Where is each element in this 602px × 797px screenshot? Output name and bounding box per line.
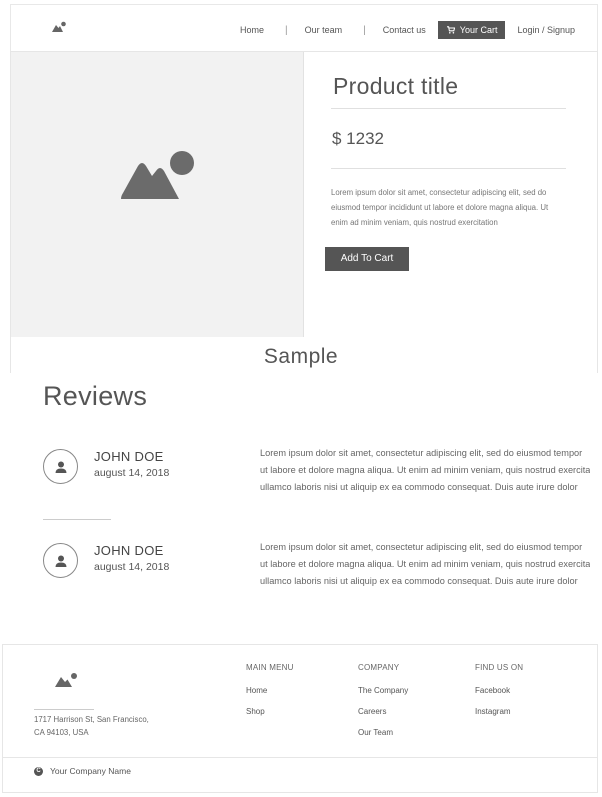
copyright: C Your Company Name [34,766,131,776]
address-line: 1717 Harrison St, San Francisco, [34,715,149,724]
product-description: Lorem ipsum dolor sit amet, consectetur … [331,188,549,227]
divider [331,108,566,109]
company-address: 1717 Harrison St, San Francisco, CA 9410… [34,714,174,739]
reviewer-name: JOHN DOE [94,543,164,558]
site-footer: 1717 Harrison St, San Francisco, CA 9410… [2,644,598,793]
nav-home[interactable]: Home [240,25,264,35]
site-header: Home | Our team | Contact us Your Cart L… [10,4,598,51]
review-text-line: Lorem ipsum dolor sit amet, consectetur … [260,448,583,458]
sample-label: Sample [263,345,339,368]
reviews-title: Reviews [43,381,148,411]
copyright-text: Your Company Name [50,766,131,776]
review-date: august 14, 2018 [94,561,170,573]
footer-column-company: COMPANY The Company Careers Our Team [358,663,408,749]
add-to-cart-button[interactable]: Add To Cart [325,247,409,271]
copyright-icon: C [34,766,43,776]
footer-divider [3,757,597,758]
review-text-line: ut labore et dolore magna aliqua. Ut eni… [260,559,590,569]
footer-link-shop[interactable]: Shop [246,707,294,716]
cart-label: Your Cart [459,25,498,35]
review-text: Lorem ipsum dolor sit amet, consectetur … [260,539,590,590]
user-icon [55,461,66,473]
footer-column-find-us-on: FIND US ON Facebook Instagram [475,663,523,728]
footer-heading: FIND US ON [475,663,524,672]
footer-link-the-company[interactable]: The Company [358,686,408,695]
footer-link-our-team[interactable]: Our Team [358,728,408,737]
footer-heading: COMPANY [358,663,400,672]
divider [34,709,94,710]
review-date: august 14, 2018 [94,467,170,479]
footer-link-careers[interactable]: Careers [358,707,408,716]
review-text: Lorem ipsum dolor sit amet, consectetur … [260,445,590,496]
product-title: Product title [333,73,459,99]
footer-link-facebook[interactable]: Facebook [475,686,523,695]
nav-contact-us[interactable]: Contact us [383,25,426,35]
product-section: Product title $ 1232 Lorem ipsum dolor s… [10,51,598,338]
image-placeholder-icon [121,151,194,199]
review-text-line: Lorem ipsum dolor sit amet, consectetur … [260,542,583,552]
nav-our-team[interactable]: Our team [305,25,343,35]
review-item: JOHN DOE august 14, 2018 Lorem ipsum dol… [10,542,590,603]
review-text-line: ullamco laboris nisi ut aliquip ex ea co… [260,482,578,492]
review-divider [43,519,111,520]
logo-icon[interactable] [51,21,67,33]
logo-icon[interactable] [55,672,79,688]
nav-separator: | [285,24,288,36]
avatar [43,543,78,578]
cart-icon [446,26,455,34]
address-line: CA 94103, USA [34,727,89,737]
nav-separator: | [363,24,366,36]
footer-heading: MAIN MENU [246,663,294,672]
reviews-section: Reviews JOHN DOE august 14, 2018 Lorem i… [10,373,590,635]
review-item: JOHN DOE august 14, 2018 Lorem ipsum dol… [10,448,590,509]
your-cart-button[interactable]: Your Cart [437,21,506,39]
user-icon [55,555,66,567]
footer-link-home[interactable]: Home [246,686,294,695]
reviewer-name: JOHN DOE [94,449,164,464]
product-image [11,52,304,338]
login-signup-link[interactable]: Login / Signup [517,25,575,35]
footer-column-main-menu: MAIN MENU Home Shop [246,663,294,728]
main-nav: Home | Our team | Contact us Your Cart L… [240,21,575,39]
review-text-line: ullamco laboris nisi ut aliquip ex ea co… [260,576,578,586]
review-text-line: ut labore et dolore magna aliqua. Ut eni… [260,465,590,475]
divider [331,168,566,169]
avatar [43,449,78,484]
product-price: $ 1232 [332,129,384,148]
footer-link-instagram[interactable]: Instagram [475,707,523,716]
